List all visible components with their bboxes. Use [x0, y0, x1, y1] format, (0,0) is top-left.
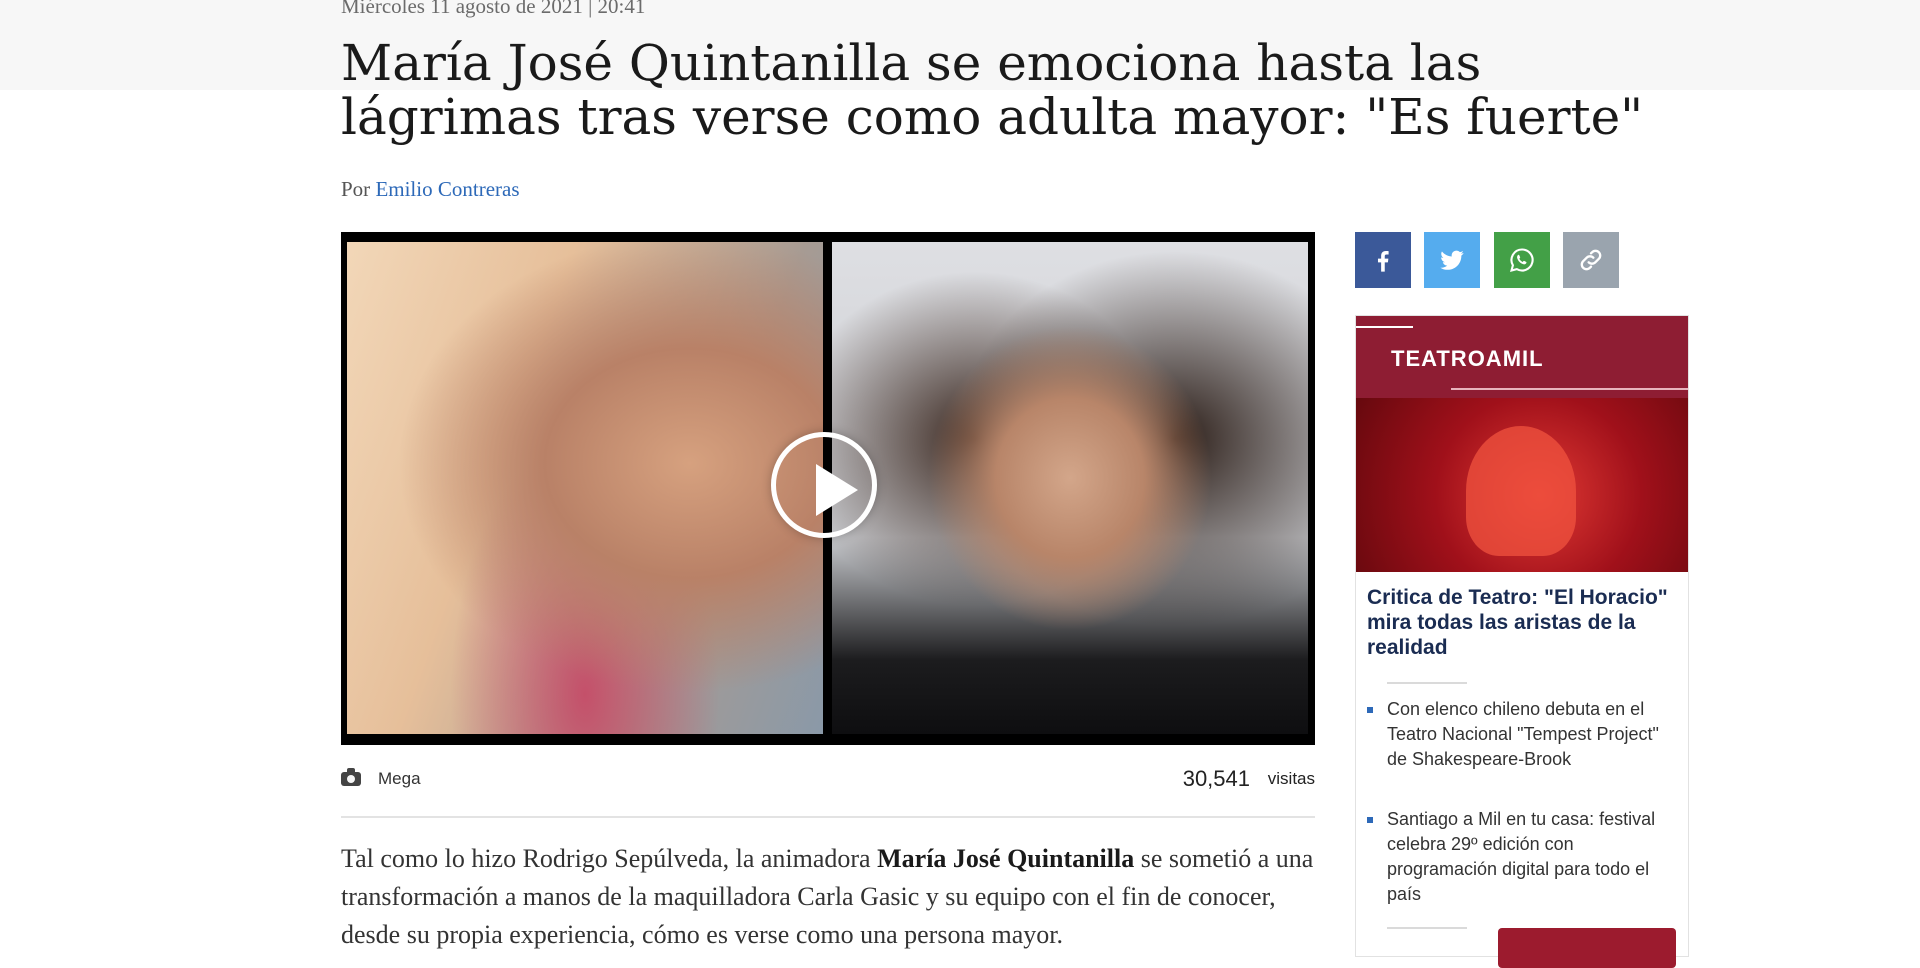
promo-decor-line — [1356, 326, 1413, 328]
play-icon[interactable] — [771, 432, 877, 538]
bullet-icon — [1367, 817, 1373, 823]
promo-brand-band: TEATROAMIL — [1356, 316, 1688, 398]
promo-decor-line — [1451, 388, 1688, 390]
author-link[interactable]: Emilio Contreras — [375, 177, 519, 201]
article-paragraph: Tal como lo hizo Rodrigo Sepúlveda, la a… — [341, 840, 1315, 954]
promo-image[interactable]: TEATROAMIL — [1356, 316, 1688, 572]
share-whatsapp-button[interactable] — [1494, 232, 1550, 288]
facebook-icon — [1377, 251, 1389, 272]
byline-prefix: Por — [341, 177, 371, 201]
bullet-icon — [1367, 707, 1373, 713]
video-thumbnail-younger — [832, 242, 1308, 734]
promo-list-item[interactable]: Santiago a Mil en tu casa: festival cele… — [1367, 807, 1677, 907]
promo-figure — [1466, 426, 1576, 556]
camera-icon — [341, 768, 361, 786]
whatsapp-icon — [1510, 248, 1534, 272]
view-count: 30,541 — [1182, 766, 1250, 791]
share-twitter-button[interactable] — [1424, 232, 1480, 288]
paragraph-text: Tal como lo hizo Rodrigo Sepúlveda, la a… — [341, 844, 878, 873]
twitter-icon — [1440, 250, 1464, 270]
promo-headline[interactable]: Critica de Teatro: "El Horacio" mira tod… — [1367, 585, 1682, 660]
video-player[interactable] — [341, 232, 1315, 745]
link-icon — [1580, 249, 1602, 271]
promo-brand-logo: TEATROAMIL — [1391, 346, 1544, 371]
copy-link-button[interactable] — [1563, 232, 1619, 288]
promo-item-label: Santiago a Mil en tu casa: festival cele… — [1387, 809, 1656, 904]
divider — [341, 816, 1315, 818]
view-count-label: visitas — [1267, 769, 1315, 788]
byline: Por Emilio Contreras — [341, 177, 520, 202]
media-credit: Mega — [378, 769, 421, 788]
video-thumbnail-older — [347, 242, 823, 734]
article-date: Miércoles 11 agosto de 2021 | 20:41 — [341, 0, 646, 18]
share-facebook-button[interactable] — [1355, 232, 1411, 288]
promo-item-label: Con elenco chileno debuta en el Teatro N… — [1387, 699, 1659, 769]
promo-separator — [1387, 927, 1467, 929]
media-caption-row: Mega 30,541 visitas — [341, 766, 1315, 796]
promo-separator — [1387, 682, 1467, 684]
paragraph-bold-name: María José Quintanilla — [877, 844, 1135, 873]
promo-list-item[interactable]: Con elenco chileno debuta en el Teatro N… — [1367, 697, 1677, 772]
sidebar-promo: TEATROAMIL Critica de Teatro: "El Horaci… — [1355, 315, 1689, 968]
promo-button[interactable] — [1498, 928, 1676, 968]
article-headline: María José Quintanilla se emociona hasta… — [341, 34, 1644, 146]
